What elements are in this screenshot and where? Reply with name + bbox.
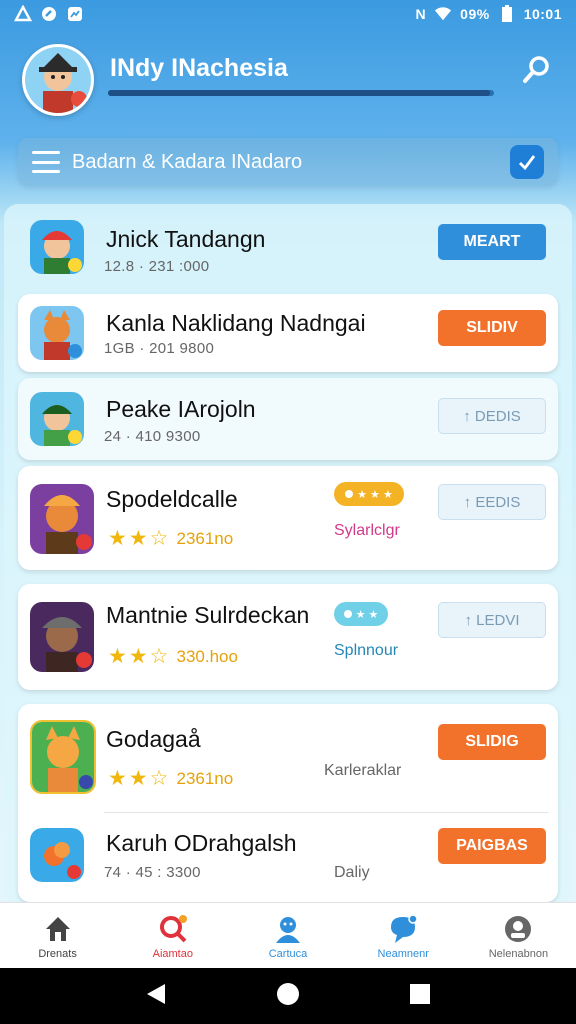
app-meta: 1GB · 201 9800 — [104, 340, 215, 357]
nav-label: Nelenabnon — [488, 947, 549, 960]
app-thumbnail-icon — [30, 392, 84, 446]
rating-value: 2361no — [176, 768, 234, 788]
list-item[interactable]: Jnick Tandangn 12.8 · 231 :000 MEART — [18, 208, 558, 290]
rating-stars: ★ ★ ☆ 2361no — [108, 527, 234, 550]
app-thumbnail-icon — [30, 306, 84, 360]
app-action-button[interactable]: ↑ DEDIS — [438, 398, 546, 434]
app-tag: Daliy — [334, 864, 370, 881]
network-label: N — [415, 6, 427, 22]
app-tag: Sylarlclgr — [334, 522, 400, 539]
badge-pill: ★ ★ — [334, 602, 388, 626]
app-tag: Splnnour — [334, 642, 399, 659]
nav-item-chat[interactable]: Neamnenr — [346, 903, 461, 968]
battery-icon — [498, 5, 516, 23]
check-icon — [519, 155, 536, 171]
profile-progress-fill — [108, 90, 491, 96]
app-action-button[interactable]: SLIDIG — [438, 724, 546, 760]
app-thumbnail-icon — [30, 828, 84, 882]
nav-item-profile[interactable]: Cartuca — [230, 903, 345, 968]
home-circle-icon[interactable] — [276, 982, 300, 1011]
list-item[interactable]: Kanla Naklidang Nadngai 1GB · 201 9800 S… — [18, 294, 558, 372]
app-action-button[interactable]: ↑ LEDVI — [438, 602, 546, 638]
clock: 10:01 — [523, 6, 562, 22]
menu-icon[interactable] — [32, 151, 60, 173]
badge-pill: ★ ★ ★ — [334, 482, 404, 506]
filter-bar[interactable]: Badarn & Kadara INadaro — [18, 138, 558, 186]
status-right: N 09% 10:01 — [416, 5, 562, 23]
app-title: Spodeldcalle — [106, 486, 238, 512]
rating-value: 330.hoo — [176, 646, 238, 666]
avatar-character-icon — [25, 47, 91, 113]
app-meta: 24 · 410 9300 — [104, 428, 201, 445]
nav-item-search[interactable]: Aiamtao — [115, 903, 230, 968]
filter-label: Badarn & Kadara INadaro — [72, 150, 303, 173]
status-bar: N 09% 10:01 — [0, 0, 576, 28]
status-left — [14, 5, 84, 23]
nav-item-settings[interactable]: Nelenabnon — [461, 903, 576, 968]
image-notification-icon — [66, 5, 84, 23]
app-title: Mantnie Sulrdeckan — [106, 602, 310, 628]
nav-label: Aiamtao — [152, 947, 193, 960]
nav-item-home[interactable]: Drenats — [0, 903, 115, 968]
nav-label: Neamnenr — [377, 947, 429, 960]
app-meta: 12.8 · 231 :000 — [104, 258, 210, 275]
back-icon[interactable] — [145, 982, 167, 1011]
app-action-button[interactable]: PAIGBAS — [438, 828, 546, 864]
alert-icon — [14, 5, 32, 23]
chat-icon — [386, 912, 420, 946]
app-tag: Karleraklar — [324, 762, 402, 779]
wifi-icon — [434, 5, 452, 23]
home-icon — [41, 912, 75, 946]
app-title: Godagaå — [106, 726, 201, 752]
app-title: Jnick Tandangn — [106, 226, 266, 252]
page-title: INdy INachesia — [110, 54, 288, 82]
app-notification-icon — [40, 5, 58, 23]
app-action-button[interactable]: MEART — [438, 224, 546, 260]
search-icon — [156, 912, 190, 946]
settings-icon — [501, 912, 535, 946]
list-item[interactable]: Mantnie Sulrdeckan ★ ★ ☆ 330.hoo ★ ★ Splnn… — [18, 584, 558, 690]
divider — [104, 812, 548, 813]
profile-progress-bar — [108, 90, 494, 96]
list-item[interactable]: Peake IArojoln 24 · 410 9300 ↑ DEDIS — [18, 378, 558, 460]
app-thumbnail-icon — [30, 220, 84, 274]
app-thumbnail-icon — [30, 720, 96, 794]
app-action-button[interactable]: SLIDIV — [438, 310, 546, 346]
app-title: Karuh ODrahgalsh — [106, 830, 297, 856]
list-item[interactable]: Godagaå ★ ★ ☆ 2361no Karleraklar SLIDIG — [18, 708, 558, 813]
rating-stars: ★ ★ ☆ 330.hoo — [108, 645, 238, 668]
nav-label: Cartuca — [268, 947, 308, 960]
system-nav-bar — [0, 968, 576, 1024]
search-button[interactable] — [516, 50, 556, 90]
app-title: Kanla Naklidang Nadngai — [106, 310, 366, 336]
profile-icon — [271, 912, 305, 946]
avatar[interactable] — [22, 44, 94, 116]
app-action-button[interactable]: ↑ EEDIS — [438, 484, 546, 520]
rating-stars: ★ ★ ☆ 2361no — [108, 767, 234, 790]
app-title: Peake IArojoln — [106, 396, 256, 422]
app-meta: 74 · 45 : 3300 — [104, 864, 201, 881]
app-thumbnail-icon — [30, 484, 94, 554]
header: INdy INachesia — [0, 36, 576, 126]
battery-percent: 09% — [460, 6, 490, 22]
app-thumbnail-icon — [30, 602, 94, 672]
nav-label: Drenats — [38, 947, 77, 960]
list-item[interactable]: Spodeldcalle ★ ★ ☆ 2361no ★ ★ ★ Sylarlclgr… — [18, 466, 558, 570]
search-icon — [523, 56, 549, 83]
recents-icon[interactable] — [409, 983, 431, 1010]
rating-value: 2361no — [176, 528, 234, 548]
confirm-filter-button[interactable] — [510, 145, 544, 179]
bottom-nav: Drenats Aiamtao Cartuca Neamnenr Nelenab… — [0, 902, 576, 968]
list-item[interactable]: Karuh ODrahgalsh 74 · 45 : 3300 Daliy PA… — [18, 814, 558, 900]
